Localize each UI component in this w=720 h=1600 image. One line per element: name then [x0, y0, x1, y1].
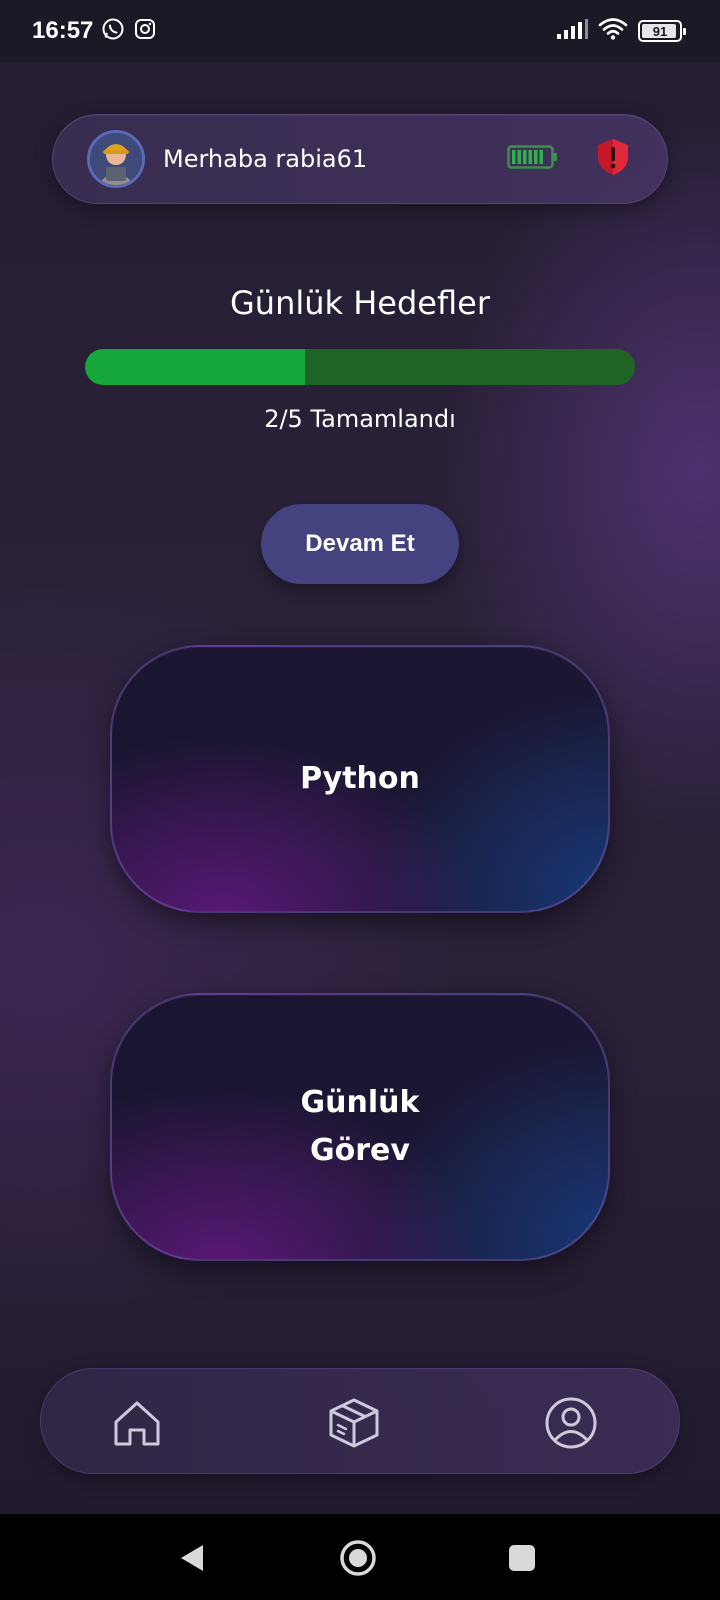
greeting-text: Merhaba rabia61 — [163, 145, 368, 173]
recents-icon[interactable] — [500, 1536, 544, 1580]
whatsapp-icon — [101, 17, 125, 45]
wifi-icon — [598, 17, 628, 45]
battery-level: 91 — [652, 23, 668, 39]
home-circle-icon[interactable] — [336, 1536, 380, 1580]
status-time: 16:57 — [32, 17, 94, 44]
goals-title: Günlük Hedefler — [230, 284, 490, 322]
nav-home[interactable] — [107, 1393, 167, 1453]
instagram-icon — [133, 17, 157, 45]
bottom-nav — [40, 1368, 680, 1474]
header-bar: Merhaba rabia61 — [52, 114, 668, 204]
battery-icon: 91 — [638, 20, 686, 42]
python-card-label: Python — [300, 761, 420, 796]
goals-progress-text: 2/5 Tamamlandı — [264, 405, 456, 433]
nav-profile[interactable] — [541, 1393, 601, 1453]
signal-icon — [556, 18, 588, 44]
nav-box[interactable] — [324, 1393, 384, 1453]
profile-icon — [545, 1397, 597, 1449]
green-battery-icon — [507, 143, 559, 175]
box-icon — [329, 1398, 379, 1448]
goals-progress-bar — [85, 349, 635, 385]
avatar[interactable] — [87, 130, 145, 188]
system-navigation-bar — [0, 1514, 720, 1600]
status-bar: 16:57 91 — [0, 0, 720, 62]
home-icon — [114, 1401, 160, 1446]
daily-task-card-label: Günlük Görev — [300, 1085, 420, 1168]
python-card[interactable]: Python — [110, 645, 610, 913]
goals-progress-fill — [85, 349, 305, 385]
shield-alert-icon[interactable] — [595, 137, 631, 181]
continue-button[interactable]: Devam Et — [261, 504, 459, 584]
user-avatar-icon — [90, 133, 142, 185]
daily-task-card[interactable]: Günlük Görev — [110, 993, 610, 1261]
back-icon[interactable] — [170, 1536, 214, 1580]
